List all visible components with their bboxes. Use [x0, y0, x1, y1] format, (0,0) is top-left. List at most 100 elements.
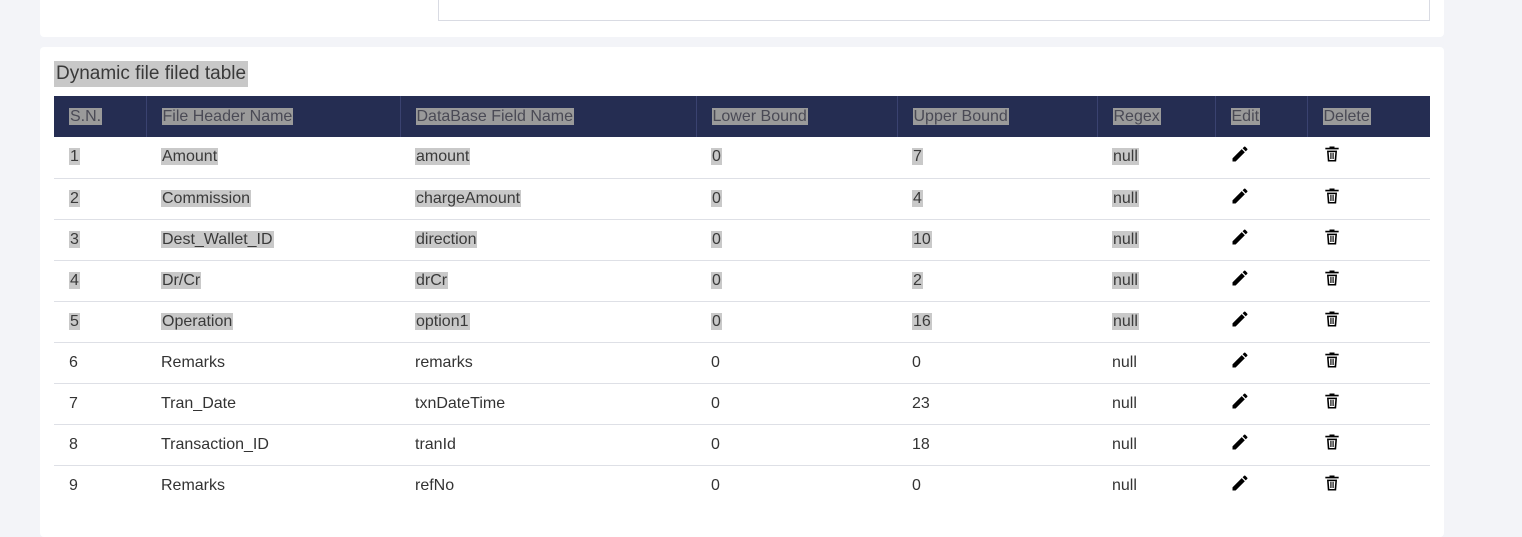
cell-regex: null — [1097, 301, 1215, 342]
cell-delete — [1307, 383, 1430, 424]
cell-database-field-name: chargeAmount — [400, 178, 696, 219]
cell-sn-text: 9 — [69, 476, 78, 494]
pencil-icon[interactable] — [1230, 309, 1250, 329]
cell-upper-bound-text: 16 — [912, 312, 932, 330]
col-header-file-header-name: File Header Name — [146, 96, 401, 137]
trash-icon[interactable] — [1322, 186, 1342, 206]
cell-database-field-name: amount — [400, 137, 696, 178]
pencil-icon[interactable] — [1230, 391, 1250, 411]
col-header-edit: Edit — [1215, 96, 1308, 137]
cell-sn: 8 — [54, 424, 146, 465]
cell-lower-bound: 0 — [696, 137, 897, 178]
cell-upper-bound-text: 2 — [912, 271, 923, 289]
col-header-sn: S.N. — [54, 96, 147, 137]
cell-delete — [1307, 137, 1430, 178]
cell-regex: null — [1097, 260, 1215, 301]
dynamic-file-field-table: S.N. File Header Name DataBase Field Nam… — [54, 96, 1430, 506]
cell-edit — [1215, 301, 1307, 342]
cell-lower-bound-text: 0 — [711, 394, 720, 412]
cell-file-header-name: Dr/Cr — [146, 260, 400, 301]
pencil-icon[interactable] — [1230, 144, 1250, 164]
cell-file-header-name-text: Dr/Cr — [161, 271, 202, 289]
top-panel — [40, 0, 1444, 37]
trash-icon[interactable] — [1322, 227, 1342, 247]
cell-upper-bound: 0 — [897, 465, 1097, 506]
col-header-delete: Delete — [1322, 107, 1371, 125]
cell-sn-text: 6 — [69, 353, 78, 371]
trash-icon[interactable] — [1322, 473, 1342, 493]
cell-database-field-name-text: remarks — [415, 353, 473, 371]
cell-lower-bound-text: 0 — [711, 148, 722, 166]
cell-database-field-name-text: option1 — [415, 312, 470, 330]
table-title: Dynamic file filed table — [54, 61, 249, 87]
cell-edit — [1215, 424, 1307, 465]
col-header-regex: Regex — [1097, 96, 1216, 137]
trash-icon[interactable] — [1322, 144, 1342, 164]
cell-regex-text: null — [1112, 271, 1139, 289]
cell-sn: 6 — [54, 342, 146, 383]
cell-edit — [1215, 137, 1307, 178]
top-panel-input-box[interactable] — [438, 0, 1430, 21]
pencil-icon[interactable] — [1230, 227, 1250, 247]
trash-icon[interactable] — [1322, 268, 1342, 288]
pencil-icon[interactable] — [1230, 432, 1250, 452]
cell-database-field-name: txnDateTime — [400, 383, 696, 424]
cell-sn-text: 7 — [69, 394, 78, 412]
cell-database-field-name-text: amount — [415, 148, 471, 166]
cell-regex: null — [1097, 424, 1215, 465]
cell-regex-text: null — [1112, 435, 1137, 453]
cell-regex-text: null — [1112, 312, 1139, 330]
cell-upper-bound: 0 — [897, 342, 1097, 383]
trash-icon[interactable] — [1322, 350, 1342, 370]
cell-regex: null — [1097, 137, 1215, 178]
cell-sn-text: 3 — [69, 230, 80, 248]
cell-upper-bound-text: 18 — [912, 435, 930, 453]
trash-icon[interactable] — [1322, 432, 1342, 452]
cell-lower-bound-text: 0 — [711, 353, 720, 371]
cell-file-header-name: Remarks — [146, 342, 400, 383]
cell-database-field-name: direction — [400, 219, 696, 260]
cell-file-header-name: Amount — [146, 137, 400, 178]
cell-regex-text: null — [1112, 189, 1139, 207]
cell-edit — [1215, 342, 1307, 383]
cell-lower-bound-text: 0 — [711, 312, 722, 330]
cell-file-header-name-text: Dest_Wallet_ID — [161, 230, 274, 248]
cell-file-header-name-text: Transaction_ID — [161, 435, 269, 453]
cell-database-field-name-text: drCr — [415, 271, 449, 289]
cell-database-field-name-text: txnDateTime — [415, 394, 506, 412]
cell-lower-bound-text: 0 — [711, 476, 720, 494]
cell-regex: null — [1097, 383, 1215, 424]
cell-database-field-name: option1 — [400, 301, 696, 342]
cell-edit — [1215, 465, 1307, 506]
table-row: 5 Operation option1 0 16 null — [54, 301, 1430, 342]
cell-sn: 9 — [54, 465, 146, 506]
cell-regex-text: null — [1112, 230, 1139, 248]
cell-lower-bound: 0 — [696, 260, 897, 301]
cell-regex: null — [1097, 465, 1215, 506]
trash-icon[interactable] — [1322, 309, 1342, 329]
pencil-icon[interactable] — [1230, 473, 1250, 493]
cell-regex-text: null — [1112, 476, 1137, 494]
table-row: 2 Commission chargeAmount 0 4 null — [54, 178, 1430, 219]
pencil-icon[interactable] — [1230, 350, 1250, 370]
cell-delete — [1307, 424, 1430, 465]
cell-regex-text: null — [1112, 353, 1137, 371]
cell-regex: null — [1097, 219, 1215, 260]
cell-regex-text: null — [1112, 394, 1137, 412]
table-row: 6 Remarks remarks 0 0 null — [54, 342, 1430, 383]
pencil-icon[interactable] — [1230, 268, 1250, 288]
cell-sn: 7 — [54, 383, 146, 424]
table-row: 1 Amount amount 0 7 null — [54, 137, 1430, 178]
pencil-icon[interactable] — [1230, 186, 1250, 206]
cell-file-header-name-text: Tran_Date — [161, 394, 236, 412]
trash-icon[interactable] — [1322, 391, 1342, 411]
cell-database-field-name-text: tranId — [415, 435, 456, 453]
cell-delete — [1307, 342, 1430, 383]
cell-lower-bound: 0 — [696, 424, 897, 465]
cell-file-header-name: Operation — [146, 301, 400, 342]
cell-file-header-name-text: Remarks — [161, 353, 226, 371]
cell-upper-bound-text: 0 — [912, 353, 921, 371]
cell-regex-text: null — [1112, 148, 1139, 166]
cell-file-header-name-text: Commission — [161, 189, 252, 207]
cell-lower-bound: 0 — [696, 342, 897, 383]
